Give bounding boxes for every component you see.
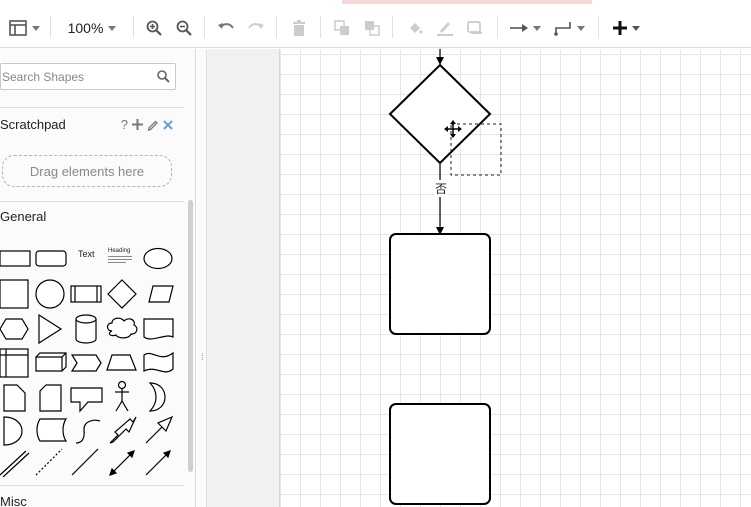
no-branch-edge[interactable] xyxy=(436,163,444,235)
decision-diamond[interactable] xyxy=(388,63,492,165)
edge-label[interactable]: 否 xyxy=(434,180,449,197)
diagram-layer xyxy=(388,49,502,505)
incoming-edge[interactable] xyxy=(436,49,444,65)
process-box-1[interactable] xyxy=(389,233,491,335)
process-box-2[interactable] xyxy=(389,403,491,505)
